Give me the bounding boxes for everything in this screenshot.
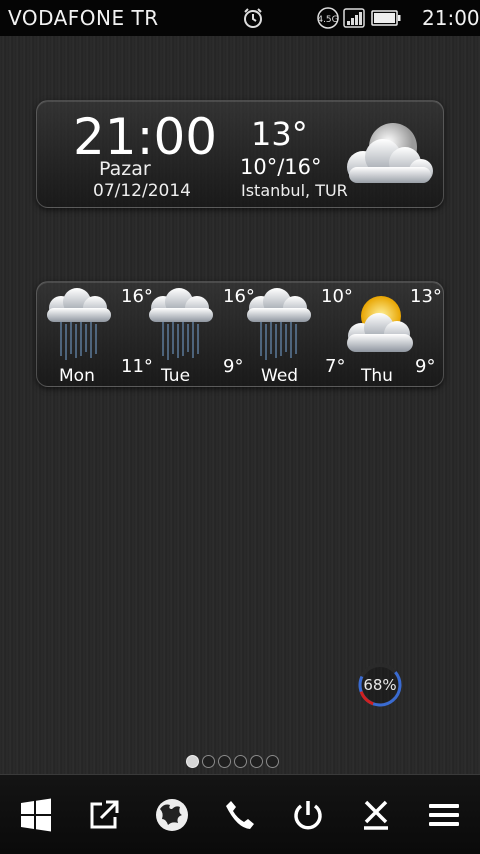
rain-icon <box>149 288 213 360</box>
status-bar: VODAFONE TR 4.5G 21:00 <box>0 0 480 36</box>
menu-icon <box>429 804 459 826</box>
menu-button[interactable] <box>424 795 464 835</box>
phone-icon <box>226 801 254 829</box>
status-time: 21:00 <box>422 6 480 30</box>
alarm-clock-icon <box>244 8 262 28</box>
network-badge: 4.5G <box>317 15 338 25</box>
cloudy-night-icon <box>347 123 433 183</box>
temperature-range: 10°/16° <box>240 155 322 179</box>
partly-cloudy-icon <box>347 296 413 352</box>
share-button[interactable] <box>84 795 124 835</box>
phone-button[interactable] <box>220 795 260 835</box>
date: 07/12/2014 <box>93 181 191 201</box>
close-button[interactable] <box>356 795 396 835</box>
carrier-name: VODAFONE TR <box>8 6 159 30</box>
current-temperature: 13° <box>251 115 308 153</box>
page-dot[interactable] <box>202 755 215 768</box>
page-dot[interactable] <box>266 755 279 768</box>
day-name: Pazar <box>99 158 151 180</box>
page-dot[interactable] <box>234 755 247 768</box>
map-button[interactable] <box>152 795 192 835</box>
signal-icon <box>343 8 365 28</box>
forecast-high: 13° <box>410 286 442 307</box>
power-button[interactable] <box>288 795 328 835</box>
network-4.5g-icon: 4.5G <box>317 7 339 29</box>
rain-icon <box>247 288 311 360</box>
forecast-day: Thu <box>361 366 393 386</box>
forecast-low: 9° <box>415 356 436 377</box>
battery-percent: 68% <box>363 676 397 694</box>
clock-weather-widget[interactable]: 21:00 Pazar 07/12/2014 13° 10°/16° Istan… <box>36 100 444 208</box>
forecast-widget[interactable]: 16° 11° Mon 16° 9° Tue 10° 7° Wed 13° 9°… <box>36 281 444 387</box>
rain-icon <box>47 288 111 360</box>
forecast-day: Wed <box>261 366 299 386</box>
dock-bar <box>0 774 480 854</box>
city-name: Istanbul, TUR <box>241 181 348 200</box>
europe-map-icon <box>156 799 188 831</box>
page-dot[interactable] <box>218 755 231 768</box>
forecast-day: Tue <box>161 366 191 386</box>
windows-button[interactable] <box>16 795 56 835</box>
power-icon <box>294 801 322 830</box>
page-dot[interactable] <box>186 755 199 768</box>
battery-icon <box>371 10 401 26</box>
share-icon <box>90 800 119 829</box>
page-indicator[interactable] <box>186 755 279 768</box>
page-dot[interactable] <box>250 755 263 768</box>
close-icon <box>364 800 388 830</box>
forecast-day: Mon <box>59 366 95 386</box>
windows-icon <box>21 798 51 832</box>
